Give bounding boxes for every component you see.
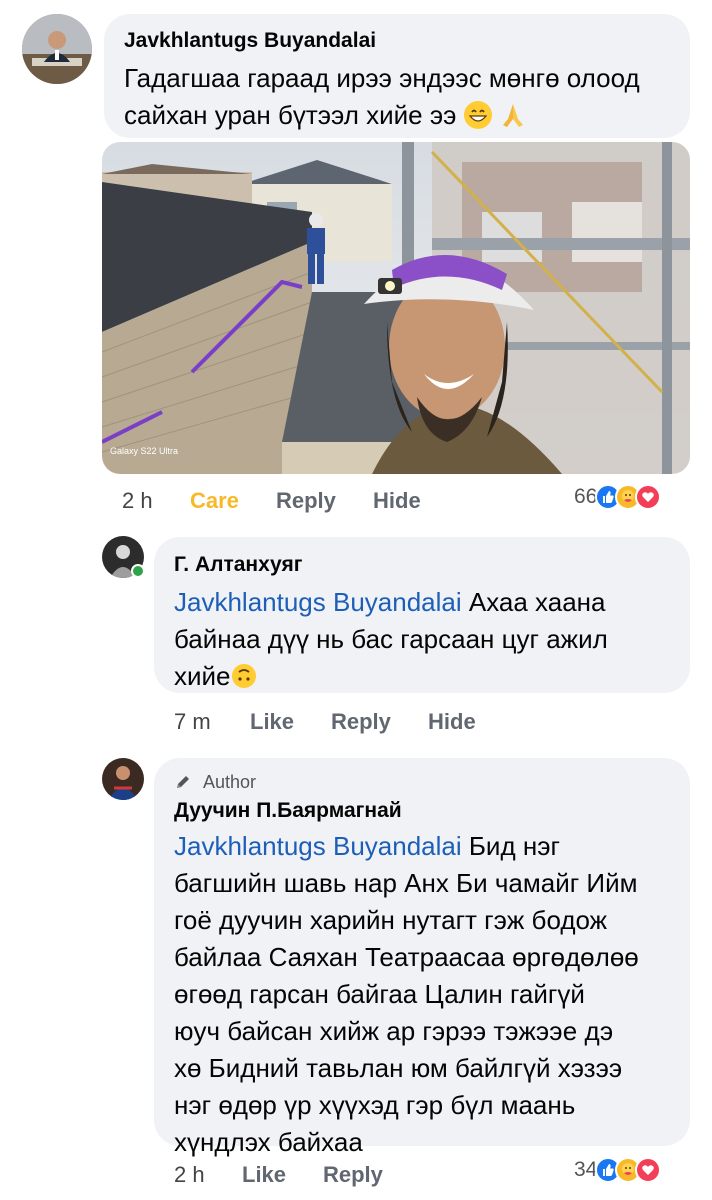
care-button[interactable]: Care: [190, 488, 239, 514]
reply-button[interactable]: Reply: [276, 488, 336, 514]
love-reaction-icon: [635, 484, 662, 510]
comment-text-line: Бид нэг: [461, 831, 560, 861]
comment-line: Javkhlantugs Buyandalai Бид нэг: [174, 828, 684, 865]
comment-text: Javkhlantugs Buyandalai Бид нэг багшийн …: [174, 828, 684, 1161]
comment-text-line: нэг өдөр үр хүүхэд гэр бүл маань: [174, 1090, 576, 1120]
comment-text-line: юуч байсан хийж ар гэрээ тэжээе дэ: [174, 1016, 614, 1046]
comment-text-line: гоё дуучин харийн нутагт гэж бодож: [174, 905, 608, 935]
comment-text-line: хүндлэх байхаа: [174, 1127, 363, 1157]
comment-author[interactable]: Javkhlantugs Buyandalai: [124, 29, 376, 53]
comment-line: хийе: [174, 658, 684, 695]
reactions-summary[interactable]: 34: [574, 1157, 662, 1183]
author-badge: Author: [174, 772, 256, 793]
comment-time[interactable]: 2 h: [122, 488, 153, 514]
comment-text-line: хийе: [174, 661, 231, 691]
comment-text: Гадагшаа гараад ирээ эндээс мөнгө олоод …: [124, 60, 684, 134]
comment-text-line: байлаа Саяхан Театраасаа өргөдөлөө: [174, 942, 639, 972]
hide-button[interactable]: Hide: [428, 709, 476, 735]
love-reaction-icon: [635, 1157, 662, 1183]
hide-button[interactable]: Hide: [373, 488, 421, 514]
comment-time[interactable]: 7 m: [174, 709, 211, 735]
pray-emoji-icon: [499, 101, 527, 129]
comment-text-line: багшийн шавь нар Анх Би чамайг Ийм: [174, 868, 638, 898]
comment-time[interactable]: 2 h: [174, 1162, 205, 1188]
upside-down-face-emoji-icon: [231, 662, 257, 688]
comment-actions: 2 h Care Reply Hide: [122, 488, 522, 516]
avatar[interactable]: [102, 758, 144, 800]
comment-text-line: өгөөд гарсан байгаа Цалин гайгүй: [174, 979, 585, 1009]
pencil-icon: [174, 773, 192, 791]
comment-text-line: Ахаа хаана: [461, 587, 606, 617]
comment-author[interactable]: Дуучин П.Баярмагнай: [174, 799, 402, 823]
comment-actions: 7 m Like Reply Hide: [174, 709, 574, 737]
comment-text: Javkhlantugs Buyandalai Ахаа хаана байна…: [174, 584, 684, 695]
mention-link[interactable]: Javkhlantugs Buyandalai: [174, 831, 462, 861]
comment-author[interactable]: Г. Алтанхуяг: [174, 553, 302, 577]
reaction-count: 34: [574, 1158, 598, 1181]
attached-photo[interactable]: Galaxy S22 Ultra: [102, 142, 690, 474]
author-badge-label: Author: [203, 772, 257, 792]
mention-link[interactable]: Javkhlantugs Buyandalai: [174, 587, 462, 617]
grin-emoji-icon: [463, 101, 492, 129]
reply-button[interactable]: Reply: [331, 709, 391, 735]
comment-actions: 2 h Like Reply: [174, 1162, 474, 1190]
reactions-summary[interactable]: 66: [574, 484, 662, 510]
photo-watermark: Galaxy S22 Ultra: [110, 446, 178, 456]
comment-line: Javkhlantugs Buyandalai Ахаа хаана: [174, 584, 684, 621]
like-button[interactable]: Like: [242, 1162, 286, 1188]
comment-text-line: хө Бидний тавьлан юм байлгүй хэзээ: [174, 1053, 623, 1083]
like-button[interactable]: Like: [250, 709, 294, 735]
reaction-count: 66: [574, 485, 598, 508]
online-status-indicator: [131, 564, 145, 578]
comment-text-body: Гадагшаа гараад ирээ эндээс мөнгө олоод …: [124, 63, 640, 130]
comment-text-line: байнаа дүү нь бас гарсаан цуг ажил: [174, 624, 608, 654]
reply-button[interactable]: Reply: [323, 1162, 383, 1188]
avatar[interactable]: [22, 14, 92, 84]
